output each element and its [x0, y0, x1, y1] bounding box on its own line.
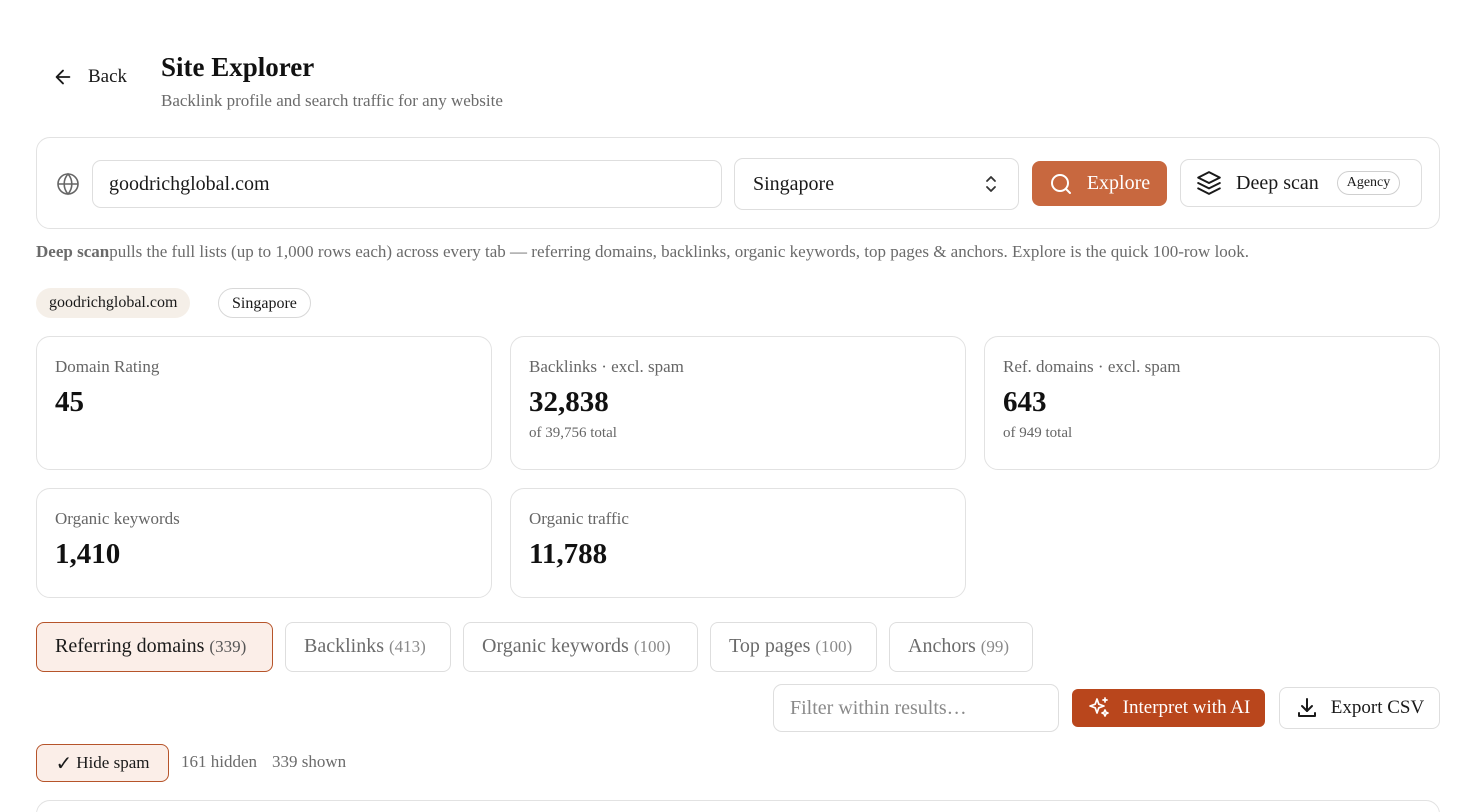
hint-text: pulls the full lists (up to 1,000 rows e…	[109, 242, 1250, 261]
domain-chip: goodrichglobal.com	[36, 288, 191, 318]
tab-label: Organic keywords	[482, 635, 629, 657]
hint-bold: Deep scan	[36, 242, 110, 261]
check-icon: ✓	[55, 752, 73, 775]
stat-label: Organic keywords	[55, 509, 180, 528]
stat-card-backlinks: Backlinks · excl. spam 32,838 of 39,756 …	[510, 336, 966, 470]
stat-label: Organic traffic	[529, 509, 629, 528]
back-button[interactable]: Back	[52, 66, 127, 88]
country-chip: Singapore	[218, 288, 311, 318]
stat-label: Backlinks · excl. spam	[529, 357, 684, 376]
stat-value: 643	[1003, 386, 1047, 418]
stat-card-organic-keywords: Organic keywords 1,410	[36, 488, 492, 598]
explore-button[interactable]: Explore	[1032, 161, 1167, 206]
country-select[interactable]: Singapore	[734, 158, 1019, 210]
tab-anchors[interactable]: Anchors (99)	[889, 622, 1033, 672]
stat-card-ref-domains: Ref. domains · excl. spam 643 of 949 tot…	[984, 336, 1440, 470]
interpret-with-ai-button[interactable]: Interpret with AI	[1072, 689, 1265, 727]
search-icon	[1050, 173, 1071, 194]
filter-results-input[interactable]	[773, 684, 1059, 732]
agency-badge: Agency	[1336, 171, 1401, 195]
country-select-value: Singapore	[753, 172, 835, 195]
deep-scan-hint: Deep scanpulls the full lists (up to 1,0…	[36, 242, 1249, 262]
export-button-label: Export CSV	[1330, 697, 1425, 718]
tab-count: (339)	[209, 637, 247, 656]
tab-label: Referring domains	[55, 635, 205, 657]
tab-count: (100)	[815, 637, 853, 656]
stat-sub: of 39,756 total	[529, 425, 617, 441]
sparkles-icon	[1088, 697, 1109, 717]
stat-card-organic-traffic: Organic traffic 11,788	[510, 488, 966, 598]
tab-referring-domains[interactable]: Referring domains (339)	[36, 622, 273, 672]
stat-value: 11,788	[529, 538, 608, 570]
tab-organic-keywords[interactable]: Organic keywords (100)	[463, 622, 698, 672]
page-subtitle: Backlink profile and search traffic for …	[161, 91, 503, 110]
tab-label: Top pages	[729, 635, 811, 657]
deep-scan-label: Deep scan	[1236, 171, 1319, 194]
site-explorer-page: Back Site Explorer Backlink profile and …	[0, 0, 1476, 812]
globe-icon	[57, 172, 79, 196]
deep-scan-button[interactable]: Deep scan Agency	[1180, 159, 1422, 207]
page-title: Site Explorer	[161, 52, 315, 82]
stat-value: 45	[55, 386, 84, 418]
results-table	[36, 800, 1440, 812]
hide-spam-toggle[interactable]: ✓ Hide spam	[36, 744, 169, 782]
back-label: Back	[88, 66, 128, 87]
stat-value: 32,838	[529, 386, 609, 418]
tab-count: (413)	[389, 637, 426, 656]
tab-label: Anchors	[908, 635, 976, 657]
ai-button-label: Interpret with AI	[1122, 697, 1251, 718]
hide-spam-label: Hide spam	[76, 753, 150, 772]
layers-icon	[1197, 171, 1221, 195]
stat-label: Ref. domains · excl. spam	[1003, 357, 1181, 376]
arrow-left-icon	[55, 69, 71, 85]
hidden-count: 161 hidden	[181, 752, 258, 771]
export-csv-button[interactable]: Export CSV	[1279, 687, 1440, 729]
tab-count: (100)	[633, 637, 671, 656]
download-icon	[1297, 698, 1316, 717]
stat-label: Domain Rating	[55, 357, 160, 376]
shown-count: 339 shown	[272, 752, 347, 771]
chevron-up-down-icon	[986, 176, 996, 192]
search-panel: Singapore Explore Deep scan Agency	[36, 137, 1440, 229]
tab-top-pages[interactable]: Top pages (100)	[710, 622, 877, 672]
stat-card-domain-rating: Domain Rating 45	[36, 336, 492, 470]
stat-value: 1,410	[55, 538, 121, 570]
tab-backlinks[interactable]: Backlinks (413)	[285, 622, 451, 672]
explore-label: Explore	[1086, 172, 1151, 194]
stat-sub: of 949 total	[1003, 425, 1073, 441]
tab-label: Backlinks	[304, 635, 384, 657]
tab-count: (99)	[980, 637, 1010, 656]
domain-input[interactable]	[92, 160, 722, 208]
